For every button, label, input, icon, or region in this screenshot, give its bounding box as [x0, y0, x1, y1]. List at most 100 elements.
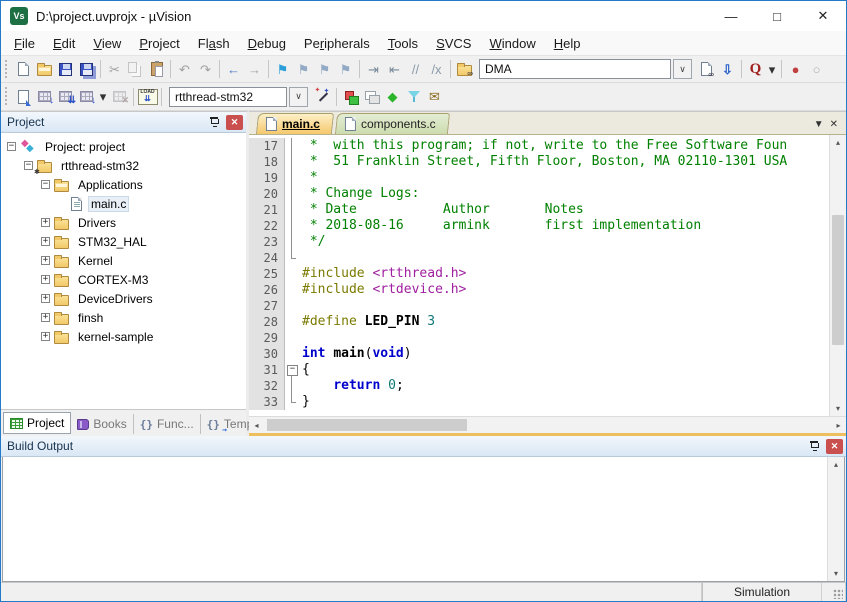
fold-margin[interactable] [285, 362, 298, 378]
pack-installer-button[interactable]: ✉ [424, 86, 445, 108]
expand-toggle[interactable]: + [41, 332, 50, 341]
rebuild-button[interactable] [55, 86, 76, 108]
project-tree[interactable]: −Project: project−rtthread-stm32−Applica… [1, 133, 246, 409]
expand-toggle[interactable]: + [41, 218, 50, 227]
breakpoint-insert-button[interactable]: ● [785, 58, 806, 80]
toolbar-grip[interactable] [3, 60, 11, 78]
select-packs-button[interactable] [403, 86, 424, 108]
menu-view[interactable]: View [84, 32, 130, 55]
tree-item-cortex-m3[interactable]: +CORTEX-M3 [1, 270, 246, 289]
tree-item-kernel[interactable]: +Kernel [1, 251, 246, 270]
breakpoint-disable-button[interactable]: ○ [806, 58, 827, 80]
pin-panel-button[interactable] [806, 439, 822, 454]
menu-help[interactable]: Help [545, 32, 590, 55]
redo-button[interactable]: ↷ [195, 58, 216, 80]
scroll-up-arrow-icon[interactable]: ▴ [828, 457, 844, 472]
search-dropdown-button[interactable]: ∨ [673, 59, 692, 79]
navigate-forward-button[interactable]: → [244, 58, 265, 80]
menu-project[interactable]: Project [130, 32, 188, 55]
target-combobox[interactable]: rtthread-stm32 ∨ [169, 87, 308, 107]
close-panel-button[interactable]: ✕ [826, 439, 843, 454]
bookmark-next-button[interactable]: ⚑ [293, 58, 314, 80]
save-button[interactable] [55, 58, 76, 80]
pin-panel-button[interactable] [206, 115, 222, 130]
copy-button[interactable] [125, 58, 146, 80]
tree-item-main-c[interactable]: main.c [1, 194, 246, 213]
editor-tab-main-c[interactable]: main.c [256, 113, 334, 134]
translate-file-button[interactable] [13, 86, 34, 108]
scroll-down-arrow-icon[interactable]: ▾ [828, 566, 844, 581]
minimize-button[interactable]: — [708, 1, 754, 31]
target-dropdown-button[interactable]: ∨ [289, 87, 308, 107]
manage-rte-button[interactable]: ◆ [382, 86, 403, 108]
tree-item-applications[interactable]: −Applications [1, 175, 246, 194]
indent-button[interactable]: ⇥ [363, 58, 384, 80]
cut-button[interactable]: ✂ [104, 58, 125, 80]
build-output-text[interactable] [3, 457, 827, 581]
editor-vertical-scrollbar[interactable]: ▴ ▾ [829, 135, 846, 416]
expand-toggle[interactable]: + [41, 313, 50, 322]
menu-svcs[interactable]: SVCS [427, 32, 480, 55]
books-find-dropdown[interactable]: ▾ [766, 58, 778, 80]
open-file-button[interactable] [34, 58, 55, 80]
bookmark-clear-all-button[interactable]: ⚑ [335, 58, 356, 80]
menu-tools[interactable]: Tools [379, 32, 427, 55]
save-all-button[interactable] [76, 58, 97, 80]
paste-button[interactable] [146, 58, 167, 80]
panel-tab-func[interactable]: {}Func... [133, 414, 200, 434]
tree-item-devicedrivers[interactable]: +DeviceDrivers [1, 289, 246, 308]
code-editor[interactable]: 17 * with this program; if not, write to… [249, 135, 829, 416]
outdent-button[interactable]: ⇤ [384, 58, 405, 80]
scroll-left-arrow-icon[interactable]: ◂ [249, 417, 264, 433]
navigate-back-button[interactable]: ← [223, 58, 244, 80]
find-in-files-button[interactable] [454, 58, 475, 80]
manage-components-button[interactable] [340, 86, 361, 108]
tree-item-drivers[interactable]: +Drivers [1, 213, 246, 232]
close-button[interactable]: ✕ [800, 1, 846, 31]
new-file-button[interactable] [13, 58, 34, 80]
panel-tab-books[interactable]: Books [71, 414, 132, 434]
menu-window[interactable]: Window [480, 32, 544, 55]
batch-build-dropdown[interactable]: ▾ [97, 86, 109, 108]
expand-toggle[interactable]: + [41, 294, 50, 303]
tree-item-kernel-sample[interactable]: +kernel-sample [1, 327, 246, 346]
tree-item-rtthread-stm32[interactable]: −rtthread-stm32 [1, 156, 246, 175]
expand-toggle[interactable]: + [41, 237, 50, 246]
scroll-right-arrow-icon[interactable]: ▸ [831, 417, 846, 433]
scrollbar-thumb[interactable] [832, 215, 844, 345]
maximize-button[interactable]: □ [754, 1, 800, 31]
stop-build-button[interactable] [109, 86, 130, 108]
panel-tab-project[interactable]: Project [3, 412, 71, 434]
menu-edit[interactable]: Edit [44, 32, 84, 55]
uncomment-button[interactable]: /x [426, 58, 447, 80]
comment-button[interactable]: // [405, 58, 426, 80]
expand-toggle[interactable]: + [41, 256, 50, 265]
menu-flash[interactable]: Flash [189, 32, 239, 55]
expand-toggle[interactable]: − [24, 161, 33, 170]
close-document-button[interactable]: ✕ [830, 119, 838, 130]
menu-file[interactable]: File [5, 32, 44, 55]
scrollbar-thumb[interactable] [267, 419, 467, 431]
toolbar-grip[interactable] [3, 87, 11, 106]
tree-item-stm32-hal[interactable]: +STM32_HAL [1, 232, 246, 251]
batch-build-button[interactable] [76, 86, 97, 108]
manage-project-items-button[interactable] [361, 86, 382, 108]
close-panel-button[interactable]: ✕ [226, 115, 243, 130]
target-select[interactable]: rtthread-stm32 [169, 87, 287, 107]
tree-item-finsh[interactable]: +finsh [1, 308, 246, 327]
editor-horizontal-scrollbar[interactable]: ◂ ▸ [249, 416, 846, 433]
books-find-button[interactable]: Q [745, 58, 766, 80]
target-options-button[interactable] [312, 86, 333, 108]
tree-item-project-project[interactable]: −Project: project [1, 137, 246, 156]
scroll-down-arrow-icon[interactable]: ▾ [830, 401, 846, 416]
document-list-dropdown-button[interactable]: ▼ [814, 119, 824, 130]
download-button[interactable] [137, 86, 158, 108]
menu-debug[interactable]: Debug [239, 32, 295, 55]
search-combobox[interactable]: DMA ∨ [479, 59, 692, 79]
expand-toggle[interactable]: − [7, 142, 16, 151]
expand-toggle[interactable]: − [41, 180, 50, 189]
build-output-scrollbar[interactable]: ▴ ▾ [827, 457, 844, 581]
build-button[interactable] [34, 86, 55, 108]
undo-button[interactable]: ↶ [174, 58, 195, 80]
search-input[interactable]: DMA [479, 59, 671, 79]
